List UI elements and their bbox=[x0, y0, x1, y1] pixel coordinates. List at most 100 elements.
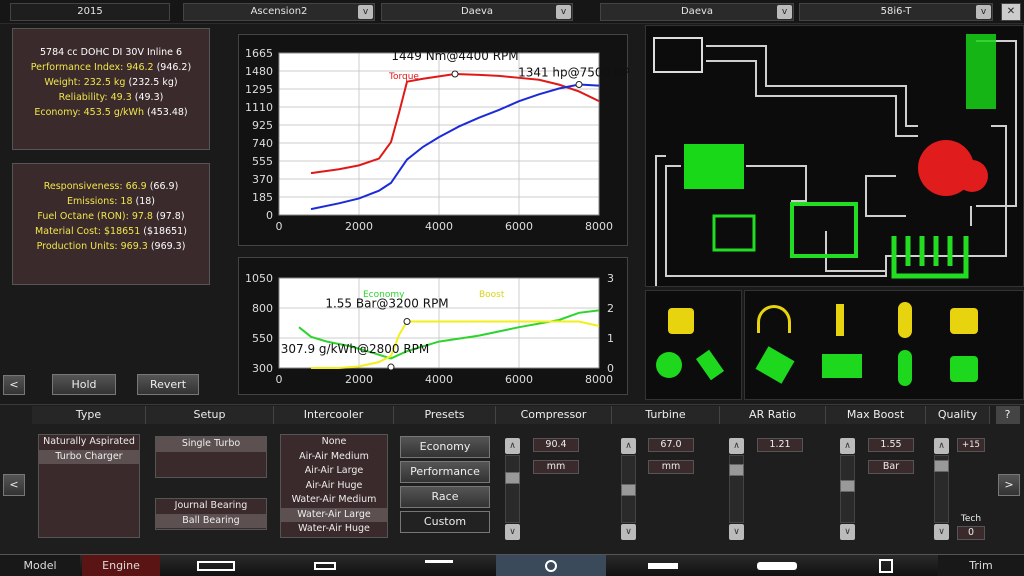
year-label: 2015 bbox=[77, 6, 103, 17]
intercooler-option[interactable]: Water-Air Huge bbox=[281, 522, 387, 537]
ar-up-button[interactable]: ∧ bbox=[729, 438, 744, 454]
preset-race-button[interactable]: Race bbox=[400, 486, 490, 508]
engine-block-icon bbox=[197, 561, 235, 571]
stat-value: 97.8 bbox=[131, 211, 153, 222]
chevron-down-icon[interactable]: v bbox=[358, 5, 373, 19]
intake-pipe-icon bbox=[966, 34, 996, 109]
intercooler-list: None Air-Air Medium Air-Air Large Air-Ai… bbox=[280, 434, 388, 538]
type-option[interactable]: Turbo Charger bbox=[39, 449, 139, 464]
exhaust-icon bbox=[757, 562, 797, 570]
chevron-down-icon[interactable]: v bbox=[976, 5, 991, 19]
nav-crank-tab[interactable] bbox=[270, 555, 380, 576]
turbine-slider[interactable] bbox=[621, 455, 636, 523]
model-company-dropdown[interactable]: Daeva v bbox=[381, 3, 573, 21]
y-tick-label: 300 bbox=[252, 362, 273, 375]
nav-test-tab[interactable] bbox=[836, 555, 936, 576]
max-boost-down-button[interactable]: ∨ bbox=[840, 524, 855, 540]
slider-thumb[interactable] bbox=[729, 464, 744, 476]
engine-company-dropdown[interactable]: Daeva v bbox=[600, 3, 794, 21]
intercooler-option[interactable]: Water-Air Large bbox=[281, 507, 387, 522]
ar-down-button[interactable]: ∨ bbox=[729, 524, 744, 540]
nav-fuel-tab[interactable] bbox=[608, 555, 718, 576]
y-tick-label: 1050 bbox=[245, 272, 273, 285]
nav-trim-tab[interactable]: Trim bbox=[938, 555, 1024, 576]
stat-reference: (946.2) bbox=[156, 62, 192, 73]
setup-header: Setup bbox=[146, 406, 274, 424]
prev-section-button[interactable]: < bbox=[3, 474, 25, 496]
slider-thumb[interactable] bbox=[840, 480, 855, 492]
nav-turbo-tab[interactable] bbox=[496, 555, 606, 576]
quality-slider[interactable] bbox=[934, 455, 949, 523]
stat-label: Fuel Octane (RON): bbox=[37, 211, 129, 222]
quality-down-button[interactable]: ∨ bbox=[934, 524, 949, 540]
type-option[interactable]: Naturally Aspirated bbox=[39, 435, 139, 450]
bearing-option[interactable]: Journal Bearing bbox=[156, 499, 266, 514]
ar-slider[interactable] bbox=[729, 455, 744, 523]
x-tick-label: 6000 bbox=[505, 220, 533, 233]
stat-label: Material Cost: bbox=[35, 226, 101, 237]
stat-value: 49.3 bbox=[110, 92, 132, 103]
intercooler-option[interactable]: None bbox=[281, 435, 387, 450]
turbine-value: 67.0 bbox=[648, 438, 694, 452]
intercooler-option[interactable]: Air-Air Medium bbox=[281, 450, 387, 465]
x-tick-label: 8000 bbox=[585, 220, 613, 233]
y2-tick-label: 1 bbox=[607, 332, 614, 345]
back-button[interactable]: < bbox=[3, 375, 25, 395]
close-button[interactable]: ✕ bbox=[1001, 3, 1021, 21]
engine-description: 5784 cc DOHC DI 30V Inline 6 bbox=[39, 47, 183, 58]
stat-label: Emissions: bbox=[66, 196, 118, 207]
engine-name-dropdown[interactable]: 58i6-T v bbox=[799, 3, 993, 21]
power-peak-marker bbox=[575, 81, 583, 89]
slider-thumb[interactable] bbox=[505, 472, 520, 484]
slider-thumb[interactable] bbox=[621, 484, 636, 496]
nav-block-tab[interactable] bbox=[164, 555, 268, 576]
turbine-up-button[interactable]: ∧ bbox=[621, 438, 636, 454]
compressor-unit: mm bbox=[533, 460, 579, 474]
revert-button[interactable]: Revert bbox=[137, 374, 199, 395]
nav-exhaust-tab[interactable] bbox=[722, 555, 832, 576]
stat-row: Production Units: 969.3 (969.3) bbox=[13, 239, 209, 254]
nav-engine-tab[interactable]: Engine bbox=[82, 555, 160, 576]
preset-custom-button[interactable]: Custom bbox=[400, 511, 490, 533]
help-button[interactable]: ? bbox=[996, 406, 1020, 424]
nav-model-tab[interactable]: Model bbox=[0, 555, 80, 576]
intercooler-icon bbox=[684, 144, 744, 189]
bearing-option[interactable]: Ball Bearing bbox=[156, 513, 266, 528]
intercooler-option[interactable]: Air-Air Large bbox=[281, 464, 387, 479]
tech-label: Tech bbox=[960, 514, 982, 524]
slider-thumb[interactable] bbox=[934, 460, 949, 472]
stat-label: Reliability: bbox=[58, 92, 108, 103]
economy-best-marker bbox=[387, 363, 395, 371]
stat-reference: (49.3) bbox=[134, 92, 164, 103]
valve-icon bbox=[836, 304, 844, 336]
intercooler-option[interactable]: Air-Air Huge bbox=[281, 479, 387, 494]
nav-heads-tab[interactable] bbox=[384, 555, 494, 576]
setup-option[interactable]: Single Turbo bbox=[156, 437, 266, 452]
preset-performance-button[interactable]: Performance bbox=[400, 461, 490, 483]
blow-off-valve-icon bbox=[712, 214, 756, 252]
quality-up-button[interactable]: ∧ bbox=[934, 438, 949, 454]
turbo-diagram-svg bbox=[653, 34, 1017, 286]
preset-economy-button[interactable]: Economy bbox=[400, 436, 490, 458]
max-boost-up-button[interactable]: ∧ bbox=[840, 438, 855, 454]
stat-value: 66.9 bbox=[125, 181, 147, 192]
stat-row: Economy: 453.5 g/kWh (453.48) bbox=[13, 105, 209, 120]
hold-button[interactable]: Hold bbox=[52, 374, 116, 395]
compressor-down-button[interactable]: ∨ bbox=[505, 524, 520, 540]
max-boost-slider[interactable] bbox=[840, 455, 855, 523]
intercooler-option[interactable]: Water-Air Medium bbox=[281, 493, 387, 508]
next-section-button[interactable]: > bbox=[998, 474, 1020, 496]
turbine-down-button[interactable]: ∨ bbox=[621, 524, 636, 540]
x-tick-label: 6000 bbox=[505, 373, 533, 386]
block-icon bbox=[822, 354, 862, 378]
stat-row: Material Cost: $18651 ($18651) bbox=[13, 224, 209, 239]
chevron-down-icon[interactable]: v bbox=[556, 5, 571, 19]
y-tick-label: 1110 bbox=[245, 101, 273, 114]
y-tick-label: 1480 bbox=[245, 65, 273, 78]
y2-tick-label: 0 bbox=[607, 362, 614, 375]
chevron-down-icon[interactable]: v bbox=[777, 5, 792, 19]
model-family-dropdown[interactable]: Ascension2 v bbox=[183, 3, 375, 21]
compressor-slider[interactable] bbox=[505, 455, 520, 523]
compressor-up-button[interactable]: ∧ bbox=[505, 438, 520, 454]
max-boost-value: 1.55 bbox=[868, 438, 914, 452]
